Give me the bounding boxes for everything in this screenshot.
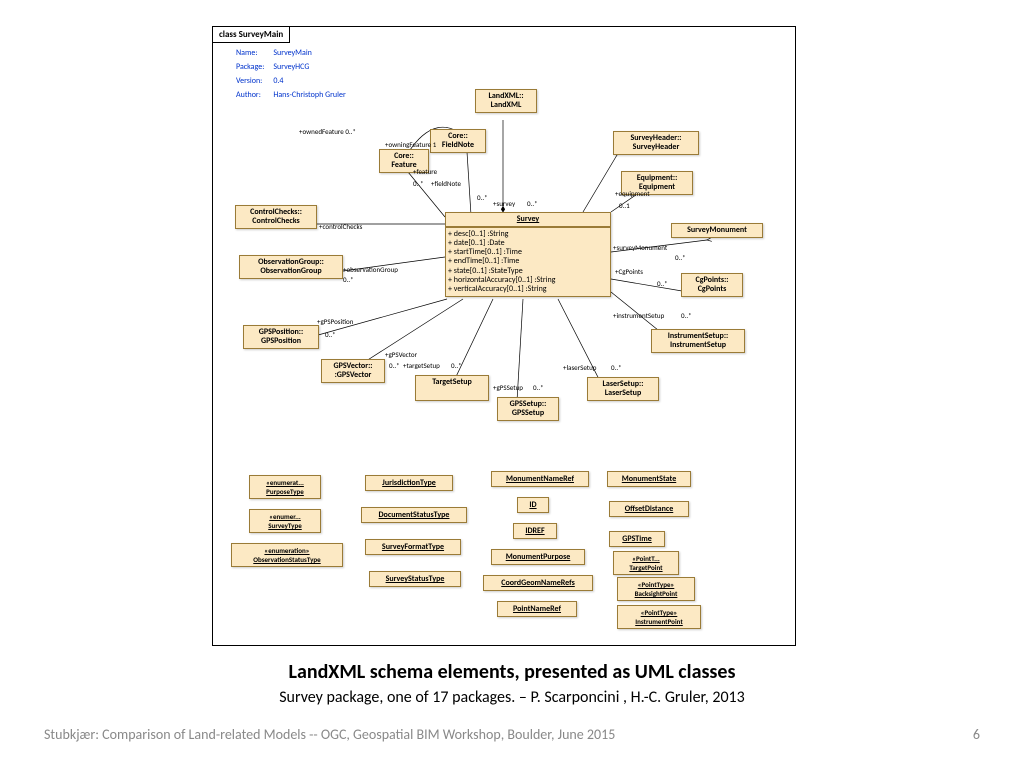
rel-ownedfeature: +ownedFeature 0..* (299, 127, 356, 136)
class-instrumentsetup: InstrumentSetup:: InstrumentSetup (651, 329, 745, 353)
rel-gpssetup: +gPSSetup (493, 383, 523, 392)
rel-instrsetup-m: 0..* (681, 311, 692, 320)
rel-lasersetup-m: 0..* (611, 363, 622, 372)
class-survey: Survey + desc[0..1] :String + date[0..1]… (445, 212, 611, 297)
rel-cgpoints-m: 0..* (657, 279, 668, 288)
frame-title-tab: class SurveyMain (213, 27, 290, 43)
rel-gpssetup-m: 0..* (533, 383, 544, 392)
rel-equipment-m: 0..1 (619, 201, 630, 210)
caption-subtitle: Survey package, one of 17 packages. – P.… (0, 688, 1024, 707)
class-lasersetup: LaserSetup:: LaserSetup (587, 377, 659, 401)
rel-gpspos-m: 0..* (325, 330, 336, 339)
class-gpsvector: GPSVector:: :GPSVector (321, 359, 385, 383)
class-landxml: LandXML:: LandXML (475, 89, 537, 113)
class-surveystatus: SurveyStatusType (369, 571, 461, 587)
class-fieldnote: Core:: FieldNote (430, 129, 486, 153)
diagram-frame: class SurveyMain Name:SurveyMain Package… (212, 26, 796, 646)
rel-targetsetup-m: 0..* (451, 361, 462, 370)
class-surveyheader: SurveyHeader:: SurveyHeader (613, 131, 699, 155)
rel-targetsetup: +targetSetup (403, 361, 440, 370)
rel-survey-m: 0..* (527, 199, 538, 208)
rel-surveymon: +surveyMonument (613, 243, 667, 252)
caption-title: LandXML schema elements, presented as UM… (0, 660, 1024, 684)
class-backsight: «PointType» BacksightPoint (617, 577, 695, 601)
rel-obsgroup-m: 0..* (343, 275, 354, 284)
class-gpssetup: GPSSetup:: GPSSetup (497, 397, 559, 421)
rel-lasersetup: +laserSetup (563, 363, 596, 372)
class-controlchecks: ControlChecks:: ControlChecks (235, 205, 317, 229)
class-jurisdiction: JurisdictionType (365, 475, 453, 491)
class-purposetype: «enumerat... PurposeType (249, 475, 321, 499)
class-monnameref: MonumentNameRef (491, 471, 589, 487)
rel-fieldnote-m: 0..* (477, 193, 488, 202)
rel-fieldnote: +fieldNote (431, 179, 461, 188)
class-pointnameref: PointNameRef (497, 601, 577, 617)
class-gpsposition: GPSPosition:: GPSPosition (243, 325, 319, 349)
rel-owningfeature: +owningFeature 1 (385, 140, 436, 149)
class-gpstime: GPSTime (609, 531, 665, 547)
rel-feature-m: 0..* (413, 179, 424, 188)
rel-survey: +survey (493, 199, 515, 208)
class-survey-header: Survey (446, 213, 610, 227)
class-monstate: MonumentState (607, 471, 691, 487)
class-survey-attrs: + desc[0..1] :String + date[0..1] :Date … (446, 227, 610, 296)
page-number: 6 (973, 726, 980, 743)
class-surveytype: «enumer... SurveyType (249, 509, 321, 533)
class-id: ID (517, 497, 549, 513)
rel-cgpoints: +CgPoints (615, 267, 643, 276)
footer-left: Stubkjær: Comparison of Land-related Mod… (44, 726, 615, 743)
class-docstatus: DocumentStatusType (361, 507, 467, 523)
class-surveyformat: SurveyFormatType (365, 539, 461, 555)
rel-surveymon-m: 0..* (675, 253, 686, 262)
class-instrpoint: «PointType» InstrumentPoint (617, 605, 701, 629)
class-coordgeom: CoordGeomNameRefs (483, 575, 593, 591)
class-cgpoints: CgPoints:: CgPoints (681, 273, 743, 297)
class-idref: IDREF (513, 523, 557, 539)
rel-gpsvec: +gPSVector (385, 350, 417, 359)
class-metadata: Name:SurveyMain Package:SurveyHCG Versio… (233, 45, 349, 103)
rel-gpsvec-m: 0..* (389, 361, 400, 370)
class-obsstatus: «enumeration» ObservationStatusType (231, 543, 343, 567)
rel-feature: +feature (413, 167, 437, 176)
rel-obsgroup: +observationGroup (343, 265, 398, 274)
class-surveymonument: SurveyMonument (671, 223, 763, 238)
rel-instrsetup: +instrumentSetup (613, 311, 664, 320)
class-targetpoint: «PointT... TargetPoint (613, 551, 679, 575)
frame-title-text: class SurveyMain (219, 29, 283, 40)
rel-gpspos: +gPSPosition (317, 317, 353, 326)
class-observationgroup: ObservationGroup:: ObservationGroup (239, 255, 343, 279)
class-offsetdist: OffsetDistance (609, 501, 689, 517)
class-targetsetup: TargetSetup (415, 375, 489, 401)
class-monpurpose: MonumentPurpose (491, 549, 585, 565)
rel-controlchecks: +controlChecks (319, 222, 362, 231)
rel-equipment: +equipment (615, 189, 650, 198)
